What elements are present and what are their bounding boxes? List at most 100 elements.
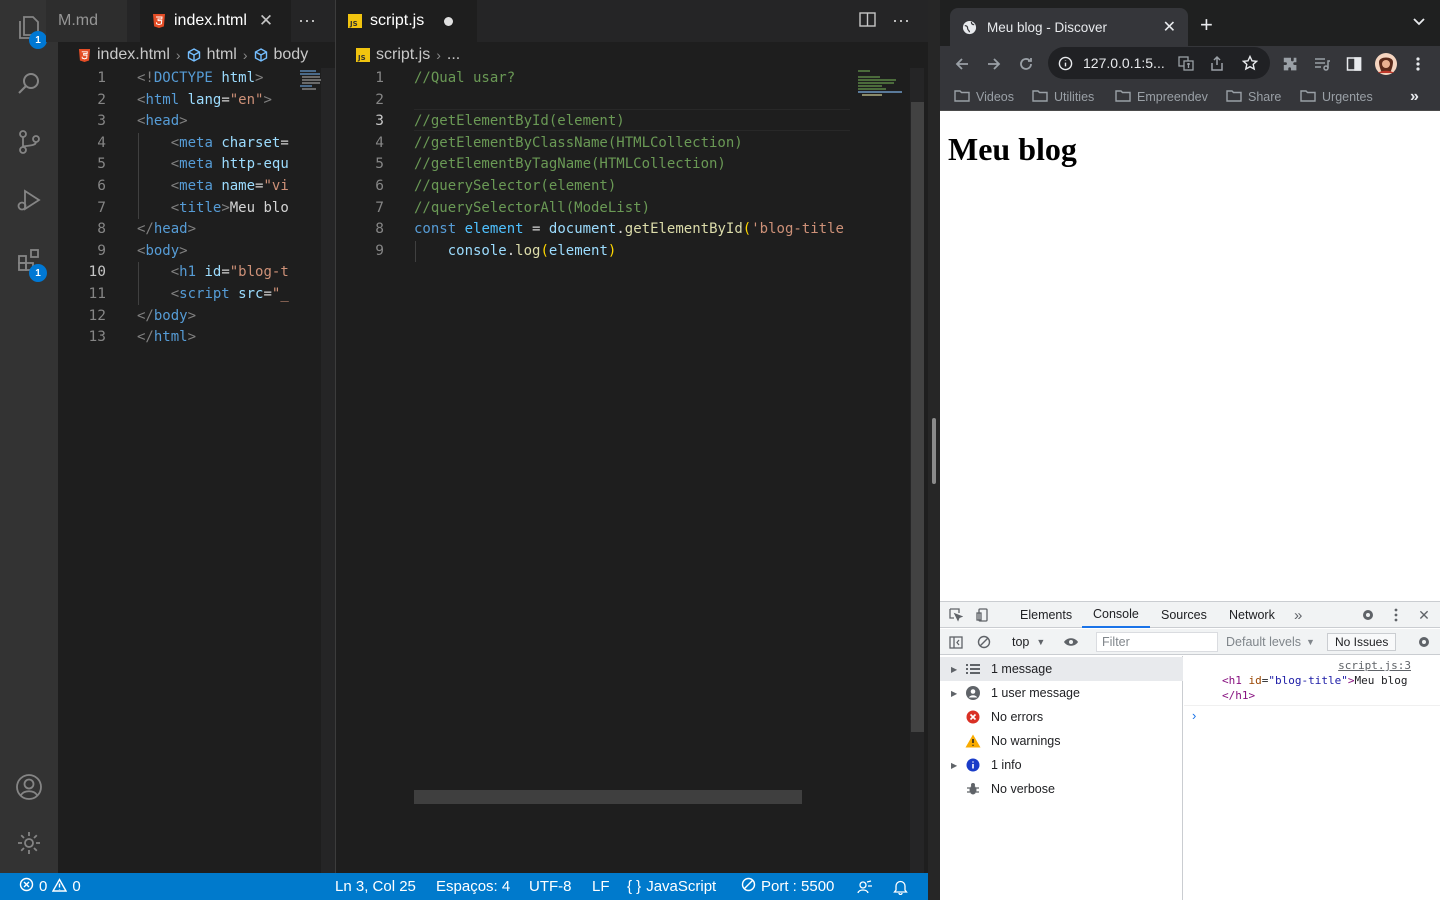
new-tab-icon[interactable]: + — [1200, 12, 1213, 38]
kebab-menu-icon[interactable] — [1386, 605, 1406, 625]
forward-icon[interactable] — [982, 52, 1006, 76]
encoding-status[interactable]: UTF-8 — [529, 873, 572, 900]
code-line[interactable]: 4 <meta charset= — [58, 133, 290, 155]
bookmark-folder-videos[interactable]: Videos — [954, 82, 1014, 111]
bookmark-folder-empreendev[interactable]: Empreendev — [1115, 82, 1208, 111]
close-icon[interactable]: ✕ — [1163, 17, 1176, 37]
translate-icon[interactable] — [1178, 55, 1194, 71]
breadcrumb-file[interactable]: script.js — [376, 46, 430, 64]
sidebar-toggle-icon[interactable] — [946, 632, 966, 652]
avatar[interactable] — [1374, 52, 1398, 76]
close-devtools-icon[interactable]: ✕ — [1414, 605, 1434, 625]
search-icon[interactable] — [0, 60, 58, 108]
sidebar-item-errors[interactable]: No errors — [940, 705, 1183, 729]
console-prompt-icon[interactable]: › — [1192, 708, 1196, 723]
code-line[interactable]: 2 — [336, 90, 850, 112]
address-bar[interactable]: 127.0.0.1:5... — [1048, 47, 1270, 79]
devtools-tab-elements[interactable]: Elements — [1020, 602, 1072, 628]
clear-console-icon[interactable] — [974, 632, 994, 652]
code-line[interactable]: 13 </html> — [58, 327, 290, 349]
bookmark-star-icon[interactable] — [1242, 55, 1258, 71]
code-line[interactable]: 11 <script src="_ — [58, 284, 290, 306]
cursor-position[interactable]: Ln 3, Col 25 — [335, 873, 416, 900]
tab-readme[interactable]: M.md — [46, 0, 128, 42]
more-actions-icon[interactable]: ⋯ — [892, 11, 910, 32]
code-line[interactable]: 9 <body> — [58, 241, 290, 263]
chevron-double-right-icon[interactable]: » — [1410, 82, 1419, 111]
bookmark-folder-share[interactable]: Share — [1226, 82, 1281, 111]
code-editor-right[interactable]: 1 //Qual usar? 2 3 //getElementById(element)… — [336, 68, 850, 873]
devtools-tab-console[interactable]: Console — [1082, 602, 1150, 628]
expand-triangle-icon[interactable]: ▶ — [951, 689, 957, 698]
more-actions-icon[interactable]: ⋯ — [298, 11, 316, 32]
expand-triangle-icon[interactable]: ▶ — [951, 665, 957, 674]
bookmark-folder-utilities[interactable]: Utilities — [1032, 82, 1094, 111]
code-line[interactable]: 3 //getElementById(element) — [336, 111, 850, 133]
device-toolbar-icon[interactable] — [973, 605, 993, 625]
context-selector[interactable]: top ▼ — [1012, 629, 1045, 655]
code-line[interactable]: 1 <!DOCTYPE html> — [58, 68, 290, 90]
sidebar-item-info[interactable]: ▶ 1 info — [940, 753, 1183, 777]
scrollbar-right[interactable] — [910, 68, 924, 873]
horizontal-scrollbar-thumb[interactable] — [414, 790, 802, 804]
code-editor-left[interactable]: 1 <!DOCTYPE html> 2 <html lang="en"> 3 <head>… — [58, 68, 290, 873]
tab-search-icon[interactable] — [1412, 14, 1426, 32]
bookmark-folder-urgentes[interactable]: Urgentes — [1300, 82, 1373, 111]
sidebar-item-verbose[interactable]: No verbose — [940, 777, 1183, 801]
tab-script-js[interactable]: JS script.js — [336, 0, 478, 42]
code-line[interactable]: 5 <meta http-equ — [58, 154, 290, 176]
devtools-tab-sources[interactable]: Sources — [1161, 602, 1207, 628]
split-editor-icon[interactable] — [859, 11, 876, 32]
unsaved-dot-icon[interactable] — [444, 16, 454, 26]
share-icon[interactable] — [1210, 55, 1224, 71]
scrollbar-left[interactable] — [321, 68, 335, 873]
breadcrumb-body[interactable]: body — [274, 46, 309, 64]
splitter-handle[interactable] — [932, 418, 936, 484]
code-line[interactable]: 7 //querySelectorAll(ModeList) — [336, 198, 850, 220]
minimap-right[interactable] — [850, 68, 910, 873]
log-entry-element[interactable]: <h1 id="blog-title">Meu blog </h1> — [1222, 673, 1407, 703]
more-tabs-icon[interactable]: » — [1294, 602, 1302, 628]
side-panel-icon[interactable] — [1342, 52, 1366, 76]
inspect-element-icon[interactable] — [946, 605, 966, 625]
close-icon[interactable]: ✕ — [259, 11, 273, 31]
sidebar-item-messages[interactable]: ▶ 1 message — [940, 657, 1183, 681]
code-line[interactable]: 6 //querySelector(element) — [336, 176, 850, 198]
language-status[interactable]: { } JavaScript — [627, 873, 716, 900]
eol-status[interactable]: LF — [592, 873, 610, 900]
code-line[interactable]: 6 <meta name="vi — [58, 176, 290, 198]
site-info-icon[interactable] — [1058, 56, 1073, 71]
code-line[interactable]: 8 const element = document.getElementById… — [336, 219, 850, 241]
console-filter-input[interactable]: Filter — [1096, 632, 1218, 652]
browser-tab[interactable]: Meu blog - Discover ✕ — [950, 8, 1188, 46]
feedback-icon[interactable] — [857, 873, 873, 900]
expand-triangle-icon[interactable]: ▶ — [951, 761, 957, 770]
code-line[interactable]: 7 <title>Meu blo — [58, 198, 290, 220]
back-icon[interactable] — [950, 52, 974, 76]
sidebar-item-user-messages[interactable]: ▶ 1 user message — [940, 681, 1183, 705]
source-control-icon[interactable] — [0, 118, 58, 166]
window-splitter[interactable] — [928, 0, 940, 900]
settings-gear-icon[interactable] — [1358, 605, 1378, 625]
console-settings-icon[interactable] — [1414, 632, 1434, 652]
live-server-status[interactable]: Port : 5500 — [741, 873, 834, 900]
code-line[interactable]: 10 <h1 id="blog-t — [58, 262, 290, 284]
breadcrumb-file[interactable]: index.html — [97, 46, 170, 64]
bell-icon[interactable] — [893, 873, 908, 900]
devtools-tab-network[interactable]: Network — [1229, 602, 1275, 628]
code-line[interactable]: 5 //getElementByTagName(HTMLCollection) — [336, 154, 850, 176]
code-line[interactable]: 12 </body> — [58, 306, 290, 328]
gear-icon[interactable] — [0, 819, 58, 867]
tab-index-html[interactable]: index.html ✕ — [140, 0, 292, 42]
kebab-menu-icon[interactable] — [1406, 52, 1430, 76]
log-source-link[interactable]: script.js:3 — [1338, 659, 1411, 672]
accounts-icon[interactable] — [0, 763, 58, 811]
code-line[interactable]: 4 //getElementByClassName(HTMLCollection) — [336, 133, 850, 155]
extensions-icon[interactable]: 1 — [0, 236, 58, 284]
sidebar-item-warnings[interactable]: No warnings — [940, 729, 1183, 753]
code-line[interactable]: 9 console.log(element) — [336, 241, 850, 263]
code-line[interactable]: 1 //Qual usar? — [336, 68, 850, 90]
scrollbar-thumb[interactable] — [911, 102, 924, 732]
code-line[interactable]: 2 <html lang="en"> — [58, 90, 290, 112]
breadcrumb-html[interactable]: html — [207, 46, 237, 64]
